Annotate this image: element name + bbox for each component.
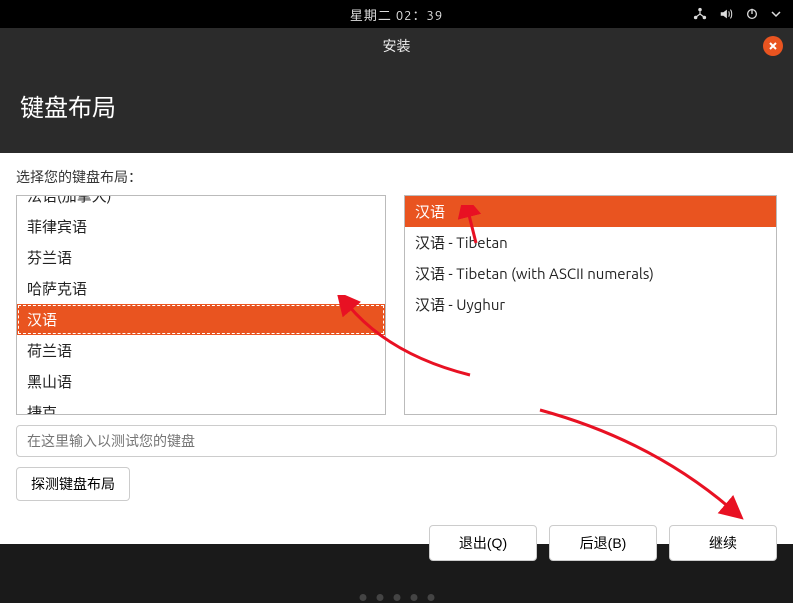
chevron-down-icon [771, 9, 781, 19]
list-item[interactable]: 荷兰语 [17, 335, 385, 366]
layout-language-list[interactable]: 法语(加拿大)菲律宾语芬兰语哈萨克语汉语荷兰语黑山语捷克 [16, 195, 386, 415]
detect-layout-button[interactable]: 探测键盘布局 [16, 467, 130, 501]
clock: 星期二 02：39 [350, 5, 443, 24]
system-tray[interactable] [693, 7, 781, 21]
list-item[interactable]: 哈萨克语 [17, 273, 385, 304]
volume-icon [719, 7, 733, 21]
list-item[interactable]: 汉语 - Tibetan (with ASCII numerals) [405, 258, 776, 289]
list-item[interactable]: 汉语 - Tibetan [405, 227, 776, 258]
dot [427, 594, 434, 601]
network-icon [693, 7, 707, 21]
list-item[interactable]: 黑山语 [17, 366, 385, 397]
layout-variant-list[interactable]: 汉语汉语 - Tibetan汉语 - Tibetan (with ASCII n… [404, 195, 777, 415]
dot [359, 594, 366, 601]
dot [393, 594, 400, 601]
list-item[interactable]: 菲律宾语 [17, 211, 385, 242]
page-indicator [359, 594, 434, 601]
list-item[interactable]: 汉语 - Uyghur [405, 289, 776, 320]
keyboard-test-input[interactable] [16, 425, 777, 457]
list-item[interactable]: 捷克 [17, 397, 385, 415]
list-item[interactable]: 芬兰语 [17, 242, 385, 273]
window-titlebar: 安装 [0, 28, 793, 64]
dot [376, 594, 383, 601]
page-header: 键盘布局 [0, 64, 793, 153]
continue-button[interactable]: 继续 [669, 525, 777, 561]
list-item[interactable]: 汉语 [405, 196, 776, 227]
power-icon [745, 7, 759, 21]
footer-buttons: 退出(Q) 后退(B) 继续 [16, 525, 777, 561]
content-area: 选择您的键盘布局： 法语(加拿大)菲律宾语芬兰语哈萨克语汉语荷兰语黑山语捷克 汉… [0, 153, 793, 544]
quit-button[interactable]: 退出(Q) [429, 525, 537, 561]
keyboard-lists: 法语(加拿大)菲律宾语芬兰语哈萨克语汉语荷兰语黑山语捷克 汉语汉语 - Tibe… [16, 195, 777, 415]
prompt-label: 选择您的键盘布局： [16, 167, 777, 187]
system-topbar: 星期二 02：39 [0, 0, 793, 28]
close-button[interactable] [763, 36, 783, 56]
dot [410, 594, 417, 601]
list-item[interactable]: 法语(加拿大) [17, 195, 385, 211]
back-button[interactable]: 后退(B) [549, 525, 657, 561]
list-item[interactable]: 汉语 [17, 304, 385, 335]
page-title: 键盘布局 [20, 94, 116, 121]
close-icon [768, 41, 778, 51]
window-title: 安装 [383, 36, 411, 56]
